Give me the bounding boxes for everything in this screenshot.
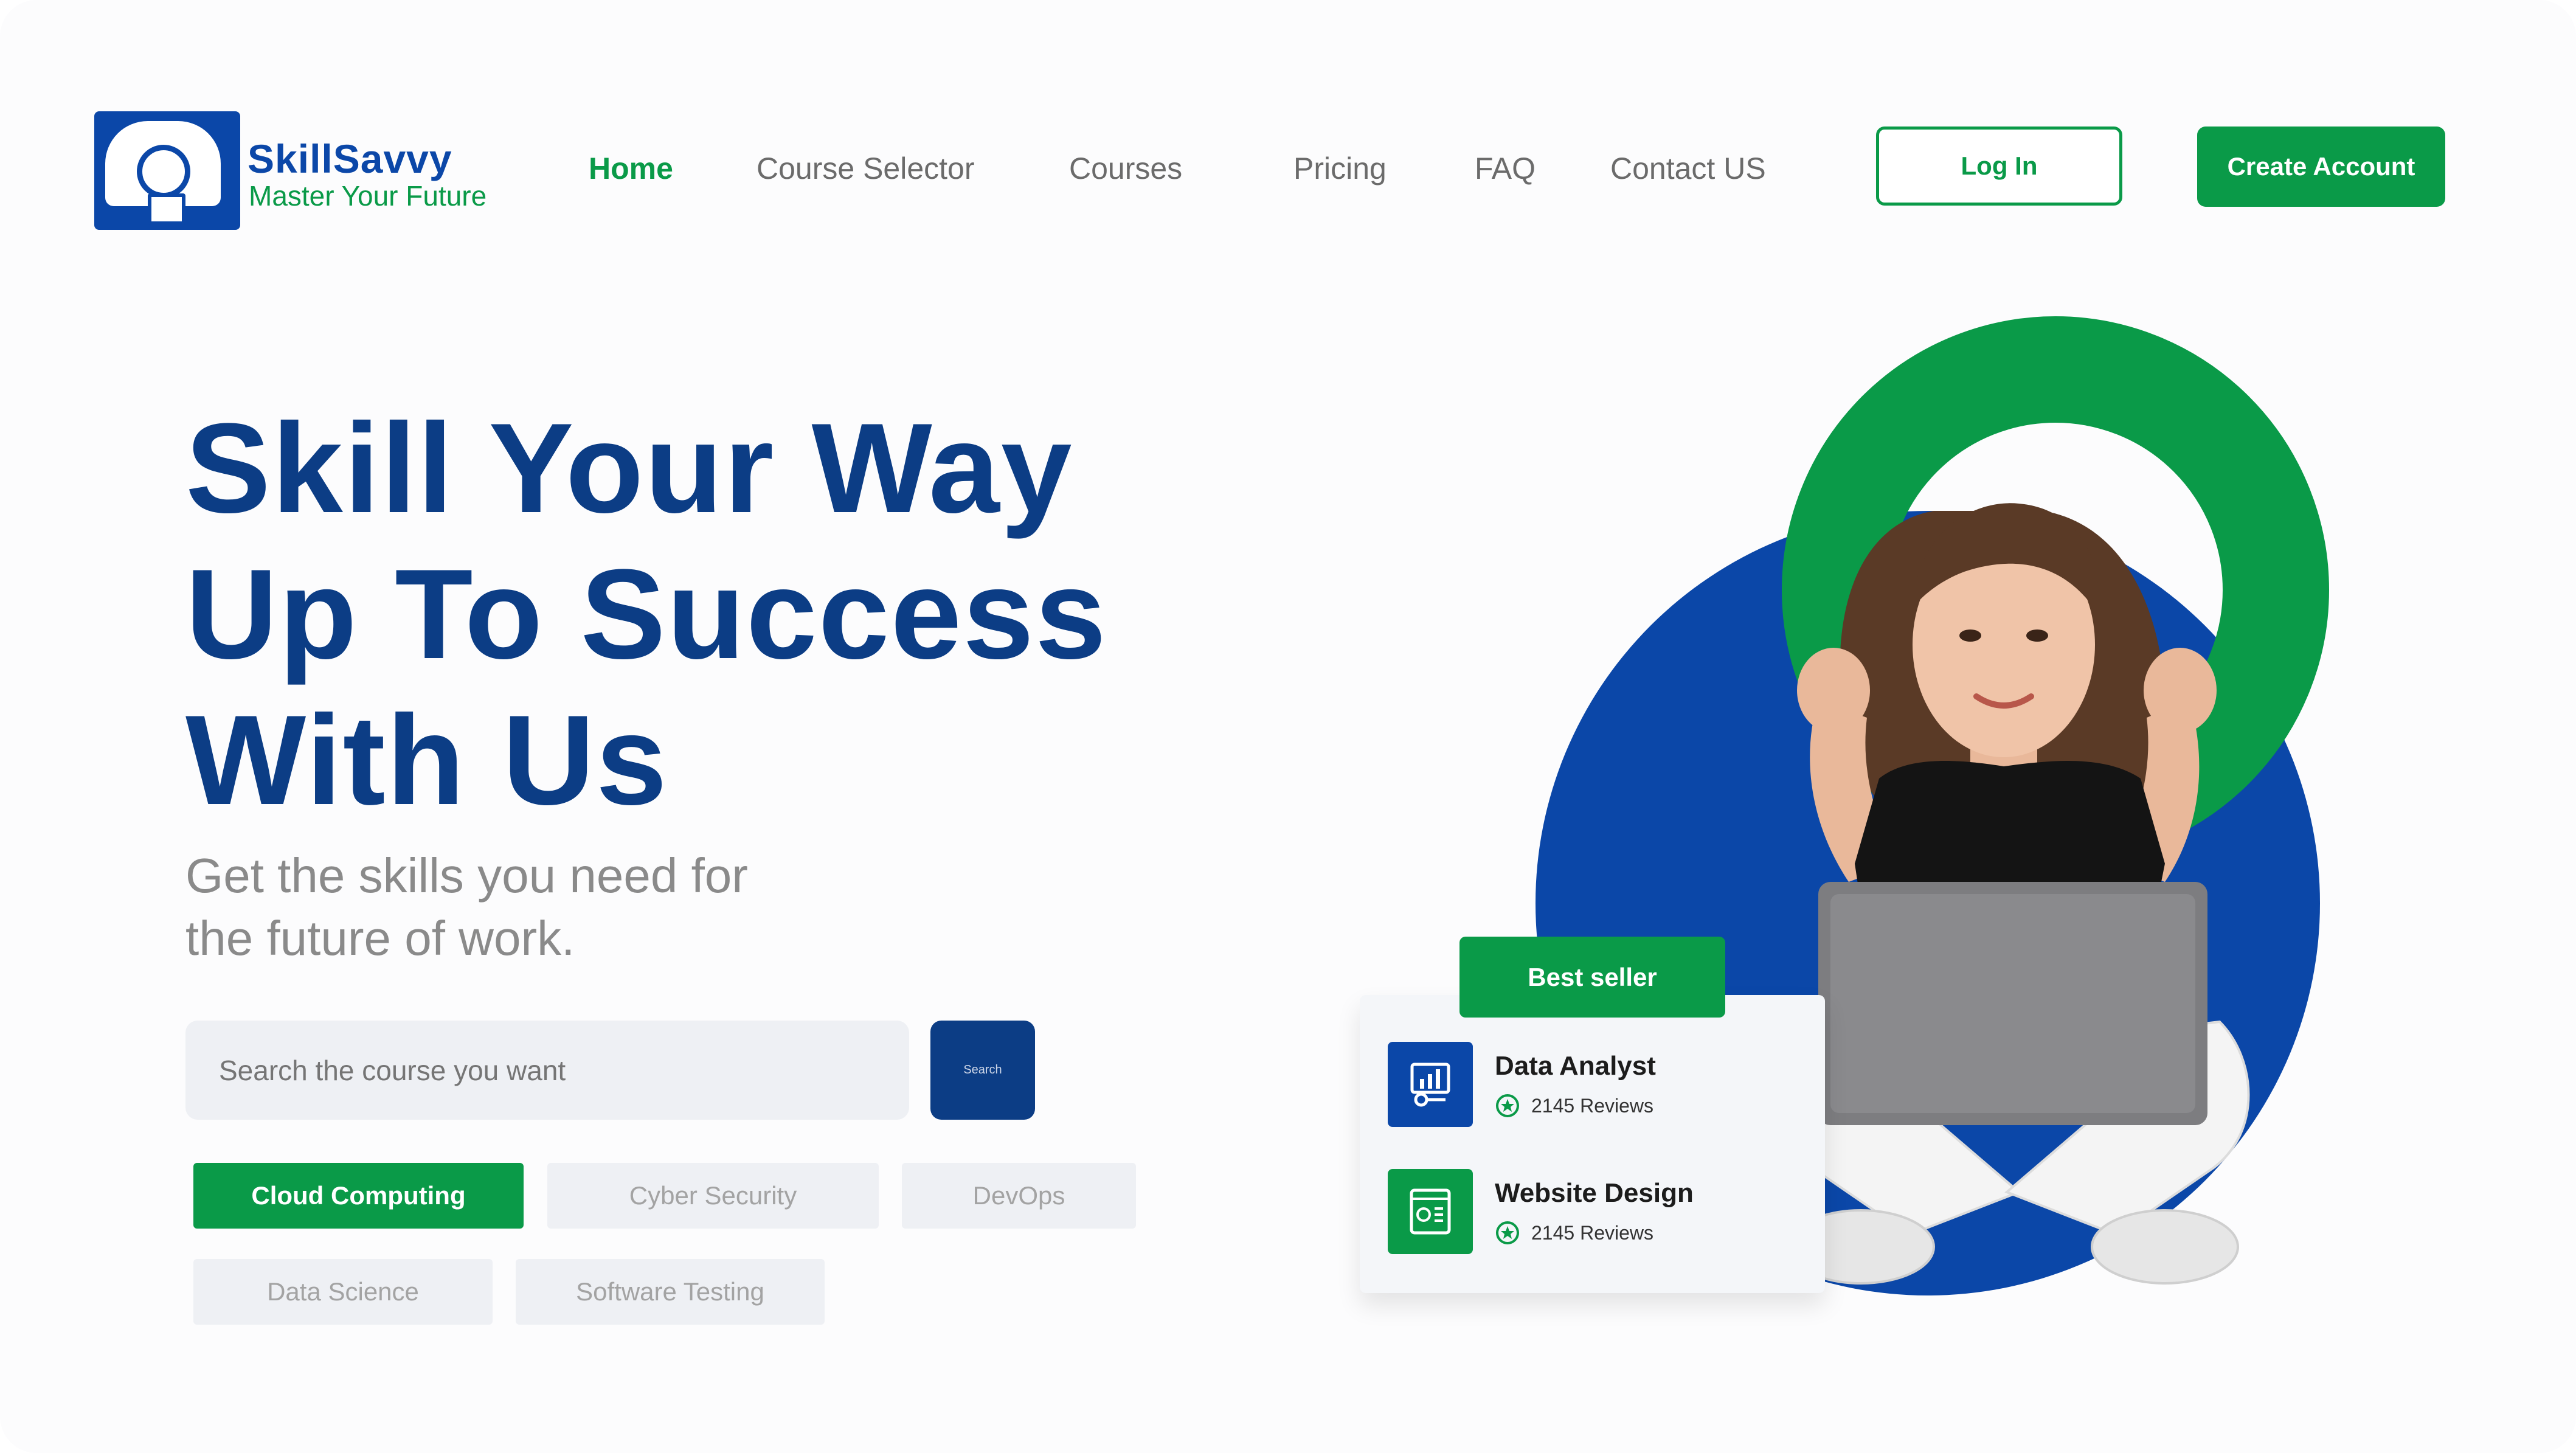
brand-tagline: Master Your Future: [249, 180, 487, 212]
login-button[interactable]: Log In: [1876, 127, 2122, 206]
category-chip-data-science[interactable]: Data Science: [193, 1259, 493, 1325]
nav-courses[interactable]: Courses: [1069, 151, 1182, 186]
course-reviews-website-design: 2145 Reviews: [1531, 1222, 1653, 1244]
star-badge-icon: [1496, 1221, 1519, 1244]
bestseller-badge: Best seller: [1459, 937, 1725, 1018]
course-title-website-design[interactable]: Website Design: [1495, 1178, 1694, 1209]
page-frame: SkillSavvy Master Your Future Home Cours…: [0, 0, 2576, 1453]
course-reviews-data-analyst: 2145 Reviews: [1531, 1095, 1653, 1117]
data-analytics-icon: [1388, 1042, 1473, 1127]
search-button[interactable]: Search: [930, 1021, 1035, 1120]
create-account-button[interactable]: Create Account: [2197, 127, 2445, 207]
hero-subtitle-line-2: the future of work.: [185, 911, 575, 965]
hero-headline-line-1: Skill Your Way: [185, 397, 1073, 539]
hero-headline-line-2: Up To Success: [185, 543, 1107, 685]
hero-subtitle-line-1: Get the skills you need for: [185, 848, 748, 903]
course-title-data-analyst[interactable]: Data Analyst: [1495, 1051, 1656, 1081]
category-chip-cyber-security[interactable]: Cyber Security: [547, 1163, 879, 1229]
category-chip-software-testing[interactable]: Software Testing: [516, 1259, 825, 1325]
brand-logo[interactable]: SkillSavvy Master Your Future: [94, 111, 496, 233]
nav-pricing[interactable]: Pricing: [1293, 151, 1387, 186]
category-chip-cloud-computing[interactable]: Cloud Computing: [193, 1163, 524, 1229]
course-search-input[interactable]: [185, 1021, 909, 1120]
web-design-icon: [1388, 1169, 1473, 1254]
lightbulb-monitor-icon: [94, 111, 240, 230]
nav-home[interactable]: Home: [589, 151, 673, 186]
nav-course-selector[interactable]: Course Selector: [757, 151, 975, 186]
brand-name: SkillSavvy: [248, 136, 452, 181]
star-badge-icon: [1496, 1094, 1519, 1117]
hero-headline-line-3: With Us: [185, 688, 668, 831]
category-chip-devops[interactable]: DevOps: [902, 1163, 1136, 1229]
nav-contact-us[interactable]: Contact US: [1610, 151, 1766, 186]
nav-faq[interactable]: FAQ: [1475, 151, 1536, 186]
